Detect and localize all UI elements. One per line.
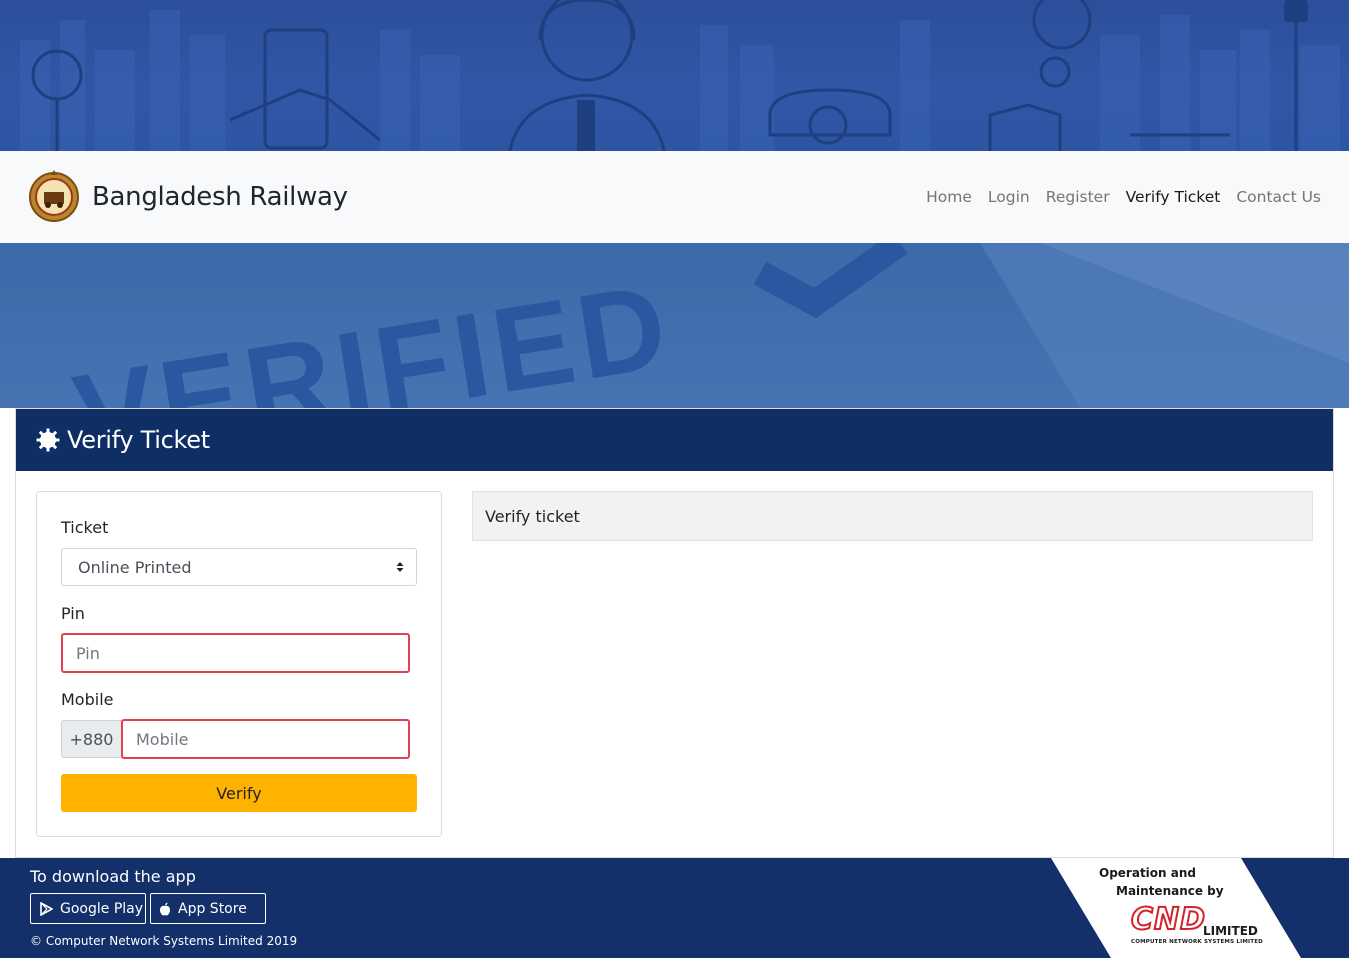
- ticket-type-value: Online Printed: [78, 557, 192, 577]
- brand-name: Bangladesh Railway: [92, 182, 348, 212]
- pin-placeholder: Pin: [76, 643, 100, 663]
- app-store-button[interactable]: App Store: [150, 893, 266, 924]
- google-play-icon: [40, 901, 53, 916]
- pin-label: Pin: [61, 604, 85, 623]
- nav-register[interactable]: Register: [1046, 188, 1110, 206]
- card-title: Verify Ticket: [67, 426, 210, 454]
- verify-form: Ticket Online Printed Pin Pin Mobile +88…: [36, 491, 442, 837]
- top-banner: [0, 0, 1349, 151]
- google-play-button[interactable]: Google Play: [30, 893, 146, 924]
- operation-text-line1: Operation and: [1099, 866, 1196, 880]
- nav-home[interactable]: Home: [926, 188, 972, 206]
- cnd-logo: CND: [1130, 901, 1207, 938]
- copyright-text: © Computer Network Systems Limited 2019: [30, 934, 298, 948]
- pin-input[interactable]: Pin: [61, 633, 410, 673]
- nav-verify-ticket[interactable]: Verify Ticket: [1126, 188, 1221, 206]
- google-play-label: Google Play: [60, 900, 144, 917]
- mobile-placeholder: Mobile: [136, 729, 189, 749]
- gear-icon: [36, 428, 60, 452]
- mobile-input[interactable]: Mobile: [121, 719, 410, 759]
- operation-text-line2: Maintenance by: [1116, 884, 1224, 898]
- verify-result-panel: Verify ticket: [472, 491, 1313, 541]
- footer: To download the app Google Play App Stor…: [0, 858, 1349, 958]
- select-caret-icon: [396, 562, 404, 572]
- download-app-title: To download the app: [30, 867, 196, 886]
- verified-banner: VERIFIED: [0, 243, 1349, 408]
- customer-service-illustration: [20, 0, 1340, 151]
- apple-icon: [160, 902, 170, 915]
- card-header: Verify Ticket: [16, 409, 1333, 471]
- mobile-label: Mobile: [61, 690, 114, 709]
- railway-emblem-icon: [29, 170, 79, 222]
- brand[interactable]: Bangladesh Railway: [28, 167, 348, 227]
- verify-ticket-card: Verify Ticket Ticket Online Printed Pin …: [15, 408, 1334, 858]
- main-nav: Home Login Register Verify Ticket Contac…: [910, 151, 1321, 243]
- nav-login[interactable]: Login: [988, 188, 1030, 206]
- ticket-label: Ticket: [61, 518, 109, 537]
- ticket-type-select[interactable]: Online Printed: [61, 548, 417, 586]
- nav-contact-us[interactable]: Contact Us: [1236, 188, 1321, 206]
- verify-button[interactable]: Verify: [61, 774, 417, 812]
- app-store-label: App Store: [178, 900, 247, 917]
- operator-panel: Operation and Maintenance by CND LIMITED…: [1051, 858, 1301, 958]
- mobile-prefix: +880: [61, 720, 121, 758]
- cnd-limited-text: LIMITED: [1203, 924, 1258, 938]
- cnd-fullname-text: COMPUTER NETWORK SYSTEMS LIMITED: [1131, 939, 1263, 945]
- verified-stamp-image: VERIFIED: [0, 243, 1349, 408]
- navbar: Bangladesh Railway Home Login Register V…: [0, 151, 1349, 243]
